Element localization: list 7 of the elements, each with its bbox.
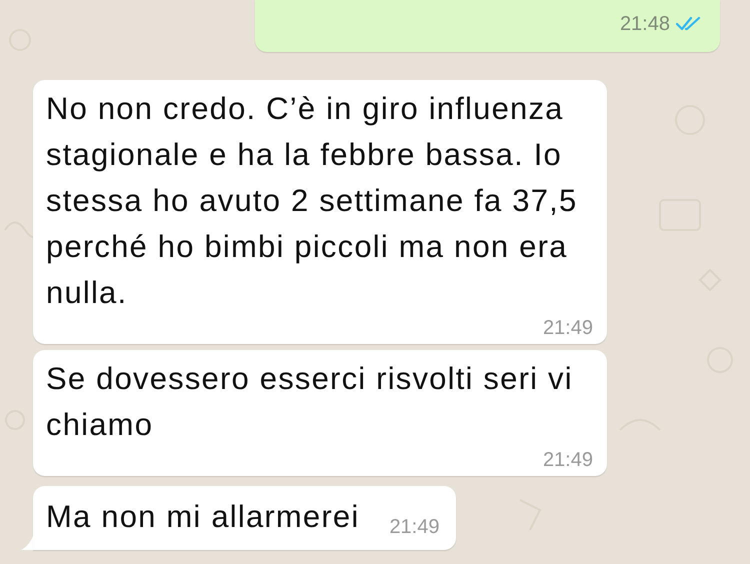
message-time: 21:49	[542, 316, 593, 340]
message-time: 21:49	[542, 448, 593, 472]
message-text: Se dovessero esserci risvolti seri vi chiamo	[46, 360, 574, 444]
message-time: 21:49	[389, 515, 440, 540]
message-text: No non credo. C’è in giro influenza stagionale e ha la febbre bassa. Io stessa ho avuto 2 settimane fa 37,5 perché ho bimbi piccoli ma non era nulla.	[46, 90, 578, 312]
message-text: Ma non mi allarmerei	[46, 498, 360, 536]
message-time: 21:48	[620, 12, 670, 37]
